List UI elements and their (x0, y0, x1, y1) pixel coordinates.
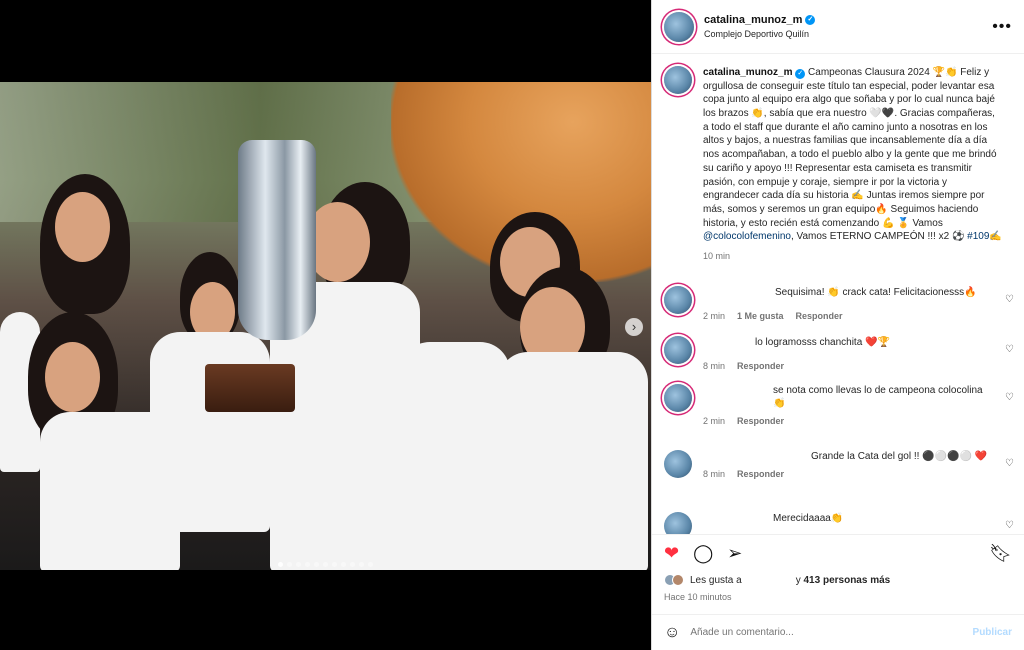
post-button[interactable]: Publicar (973, 627, 1012, 638)
comment-text: Merecidaaaa👏 (773, 513, 844, 524)
reply-button[interactable]: Responder (737, 361, 784, 371)
bookmark-icon[interactable]: 🔖︎ (989, 543, 1012, 564)
trophy (238, 140, 316, 340)
comment-like-icon[interactable]: ♡ (1005, 344, 1014, 355)
action-bar: ❤ ◯ ➢ 🔖︎ (652, 534, 1024, 572)
carousel-dots (0, 554, 651, 572)
comment-icon[interactable]: ◯ (693, 543, 713, 564)
comment-like-icon[interactable]: ♡ (1005, 458, 1014, 469)
avatar[interactable] (664, 66, 692, 94)
comment-likes[interactable]: 1 Me gusta (737, 311, 784, 321)
comment-item: Merecidaaaa👏 ♡ (652, 512, 1024, 534)
location-link[interactable]: Complejo Deportivo Quilín (704, 29, 815, 39)
comment-item: Sequisima! 👏 crack cata! Felicitacioness… (652, 286, 1024, 321)
instagram-post-view: › catalina_munoz_m ✓ Complejo Deportivo … (0, 0, 1024, 650)
posted-time: Hace 10 minutos (664, 592, 732, 602)
likes-suffix: y (795, 574, 804, 586)
caption-time: 10 min (703, 250, 731, 261)
comment-like-icon[interactable]: ♡ (1005, 392, 1014, 403)
comment-like-icon[interactable]: ♡ (1005, 294, 1014, 305)
comment-time: 2 min (703, 416, 726, 426)
post-photo (0, 82, 651, 570)
header-username[interactable]: catalina_munoz_m (704, 14, 802, 26)
avatar[interactable] (664, 11, 694, 42)
avatar[interactable] (664, 450, 692, 478)
comment-composer: ☺ Publicar (652, 614, 1024, 650)
chevron-right-icon: › (631, 319, 637, 334)
comment-like-icon[interactable]: ♡ (1005, 520, 1014, 531)
avatar[interactable] (664, 384, 692, 412)
reply-button[interactable]: Responder (796, 311, 843, 321)
comment-text: se nota como llevas lo de campeona coloc… (773, 385, 983, 409)
likes-prefix: Les gusta a (690, 574, 742, 586)
comment-text: Sequisima! 👏 crack cata! Felicitacioness… (775, 287, 977, 298)
comment-input[interactable] (690, 627, 961, 638)
heart-filled-icon[interactable]: ❤ (664, 543, 679, 564)
comment-item: se nota como llevas lo de campeona coloc… (652, 384, 1024, 426)
caption-text: Campeonas Clausura 2024 🏆👏 Feliz y orgul… (703, 67, 997, 229)
comment-item: lo logramosss chanchita ❤️🏆 8 min Respond… (652, 336, 1024, 371)
mention-link[interactable]: @colocolofemenino (703, 231, 791, 242)
caption-username[interactable]: catalina_munoz_m (703, 67, 792, 78)
post-caption: catalina_munoz_m ✓ Campeonas Clausura 20… (652, 54, 1024, 262)
comment-time: 8 min (703, 361, 726, 371)
comment-time: 8 min (703, 469, 726, 479)
next-image-button[interactable]: › (625, 318, 643, 336)
comment-time: 2 min (703, 311, 726, 321)
comments-list: catalina_munoz_m ✓ Campeonas Clausura 20… (652, 54, 1024, 534)
caption-tail: ✍️ (989, 231, 1002, 243)
hashtag-link[interactable]: #109 (967, 231, 989, 242)
likes-count[interactable]: 413 personas más (804, 575, 891, 586)
verified-badge-icon: ✓ (805, 15, 816, 25)
avatar (672, 574, 684, 586)
comment-text: Grande la Cata del gol !! ⚫⚪⚫⚪ ❤️ (811, 451, 988, 462)
comment-item: Grande la Cata del gol !! ⚫⚪⚫⚪ ❤️ 8 min R… (652, 450, 1024, 479)
verified-badge-icon: ✓ (795, 69, 806, 79)
comment-text: lo logramosss chanchita ❤️🏆 (755, 337, 890, 348)
likes-summary: Les gusta a y 413 personas más (664, 574, 1012, 586)
avatar[interactable] (664, 336, 692, 364)
post-sidebar: catalina_munoz_m ✓ Complejo Deportivo Qu… (651, 0, 1024, 650)
avatar[interactable] (664, 286, 692, 314)
reply-button[interactable]: Responder (737, 416, 784, 426)
post-header: catalina_munoz_m ✓ Complejo Deportivo Qu… (652, 0, 1024, 54)
caption-text-2: , Vamos ETERNO CAMPEÓN !!! x2 ⚽ (790, 231, 968, 243)
paper-plane-icon[interactable]: ➢ (727, 543, 742, 564)
reply-button[interactable]: Responder (737, 469, 784, 479)
avatar[interactable] (664, 512, 692, 534)
smiley-icon[interactable]: ☺ (664, 624, 680, 642)
post-media: › (0, 0, 651, 650)
more-options-button[interactable]: ••• (992, 18, 1012, 36)
